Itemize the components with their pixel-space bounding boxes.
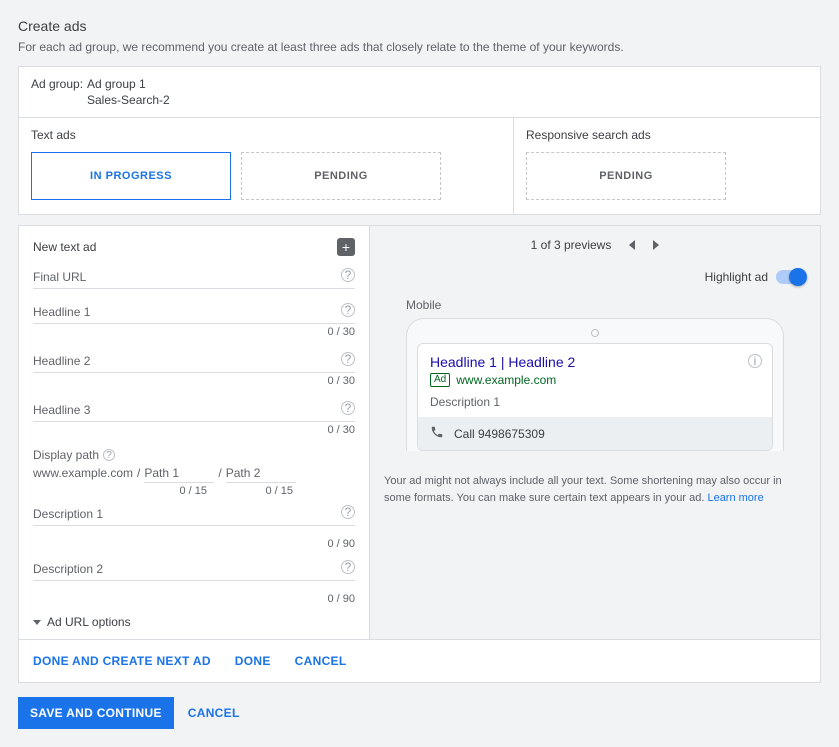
responsive-ads-heading: Responsive search ads: [526, 128, 808, 142]
help-icon[interactable]: ?: [341, 560, 355, 574]
path2-counter: 0 / 15: [223, 485, 293, 497]
phone-speaker-icon: [591, 329, 599, 337]
adgroup-label: Ad group:: [31, 77, 87, 107]
done-create-next-button[interactable]: DONE AND CREATE NEXT AD: [33, 654, 211, 668]
highlight-ad-label: Highlight ad: [705, 270, 768, 284]
display-path-domain: www.example.com: [33, 466, 133, 483]
help-icon[interactable]: ?: [341, 401, 355, 415]
info-icon[interactable]: i: [748, 354, 762, 368]
help-icon[interactable]: ?: [341, 505, 355, 519]
ad-preview-url: www.example.com: [456, 373, 556, 387]
preview-next-icon[interactable]: [653, 240, 659, 250]
ad-preview-card: i Headline 1 | Headline 2 Ad www.example…: [418, 344, 772, 417]
help-icon[interactable]: ?: [341, 352, 355, 366]
highlight-ad-toggle[interactable]: [776, 270, 806, 284]
mobile-preview-label: Mobile: [406, 298, 784, 312]
headline2-counter: 0 / 30: [33, 375, 355, 387]
help-icon[interactable]: ?: [341, 303, 355, 317]
chevron-down-icon: [33, 620, 41, 625]
headline1-counter: 0 / 30: [33, 326, 355, 338]
ad-editor-panel: New text ad + Final URL ? Headline 1 ? 0…: [18, 225, 370, 640]
text-ads-heading: Text ads: [31, 128, 501, 142]
done-button[interactable]: DONE: [235, 654, 271, 668]
mobile-frame: i Headline 1 | Headline 2 Ad www.example…: [406, 318, 784, 451]
description2-input[interactable]: Description 2: [33, 558, 355, 581]
ad-preview-title: Headline 1 | Headline 2: [430, 354, 760, 370]
help-icon[interactable]: ?: [103, 449, 115, 461]
cancel-button[interactable]: CANCEL: [295, 654, 347, 668]
path1-input[interactable]: Path 1: [144, 464, 214, 483]
help-icon[interactable]: ?: [341, 268, 355, 282]
editor-title: New text ad: [33, 240, 96, 254]
footer-cancel-button[interactable]: CANCEL: [188, 706, 240, 720]
phone-icon: [430, 425, 444, 442]
ad-url-options-toggle[interactable]: Ad URL options: [33, 615, 355, 629]
save-continue-button[interactable]: SAVE AND CONTINUE: [18, 697, 174, 729]
path2-input[interactable]: Path 2: [226, 464, 296, 483]
adgroup-name: Ad group 1: [87, 77, 170, 91]
add-ad-icon[interactable]: +: [337, 238, 355, 256]
text-ad-tile-pending[interactable]: PENDING: [241, 152, 441, 200]
headline2-input[interactable]: Headline 2: [33, 350, 355, 373]
preview-prev-icon[interactable]: [629, 240, 635, 250]
ad-preview-description: Description 1: [430, 395, 760, 409]
responsive-ad-tile-pending[interactable]: PENDING: [526, 152, 726, 200]
description1-counter: 0 / 90: [33, 538, 355, 550]
ad-badge: Ad: [430, 373, 450, 387]
final-url-input[interactable]: Final URL: [33, 266, 355, 289]
preview-disclaimer: Your ad might not always include all you…: [370, 463, 820, 520]
ad-call-text: Call 9498675309: [454, 427, 545, 441]
description2-counter: 0 / 90: [33, 593, 355, 605]
learn-more-link[interactable]: Learn more: [707, 492, 763, 504]
display-path-label: Display path?: [33, 448, 355, 462]
adgroup-subname: Sales-Search-2: [87, 93, 170, 107]
headline3-counter: 0 / 30: [33, 424, 355, 436]
page-subtitle: For each ad group, we recommend you crea…: [18, 40, 821, 54]
ad-call-extension[interactable]: Call 9498675309: [418, 417, 772, 450]
page-title: Create ads: [18, 18, 821, 34]
headline3-input[interactable]: Headline 3: [33, 399, 355, 422]
ad-group-card: Ad group: Ad group 1 Sales-Search-2 Text…: [18, 66, 821, 215]
headline1-input[interactable]: Headline 1: [33, 301, 355, 324]
preview-panel: 1 of 3 previews Highlight ad Mobile i He…: [370, 225, 821, 640]
description1-input[interactable]: Description 1: [33, 503, 355, 526]
preview-pager-text: 1 of 3 previews: [531, 238, 612, 252]
text-ad-tile-inprogress[interactable]: IN PROGRESS: [31, 152, 231, 200]
path1-counter: 0 / 15: [137, 485, 207, 497]
